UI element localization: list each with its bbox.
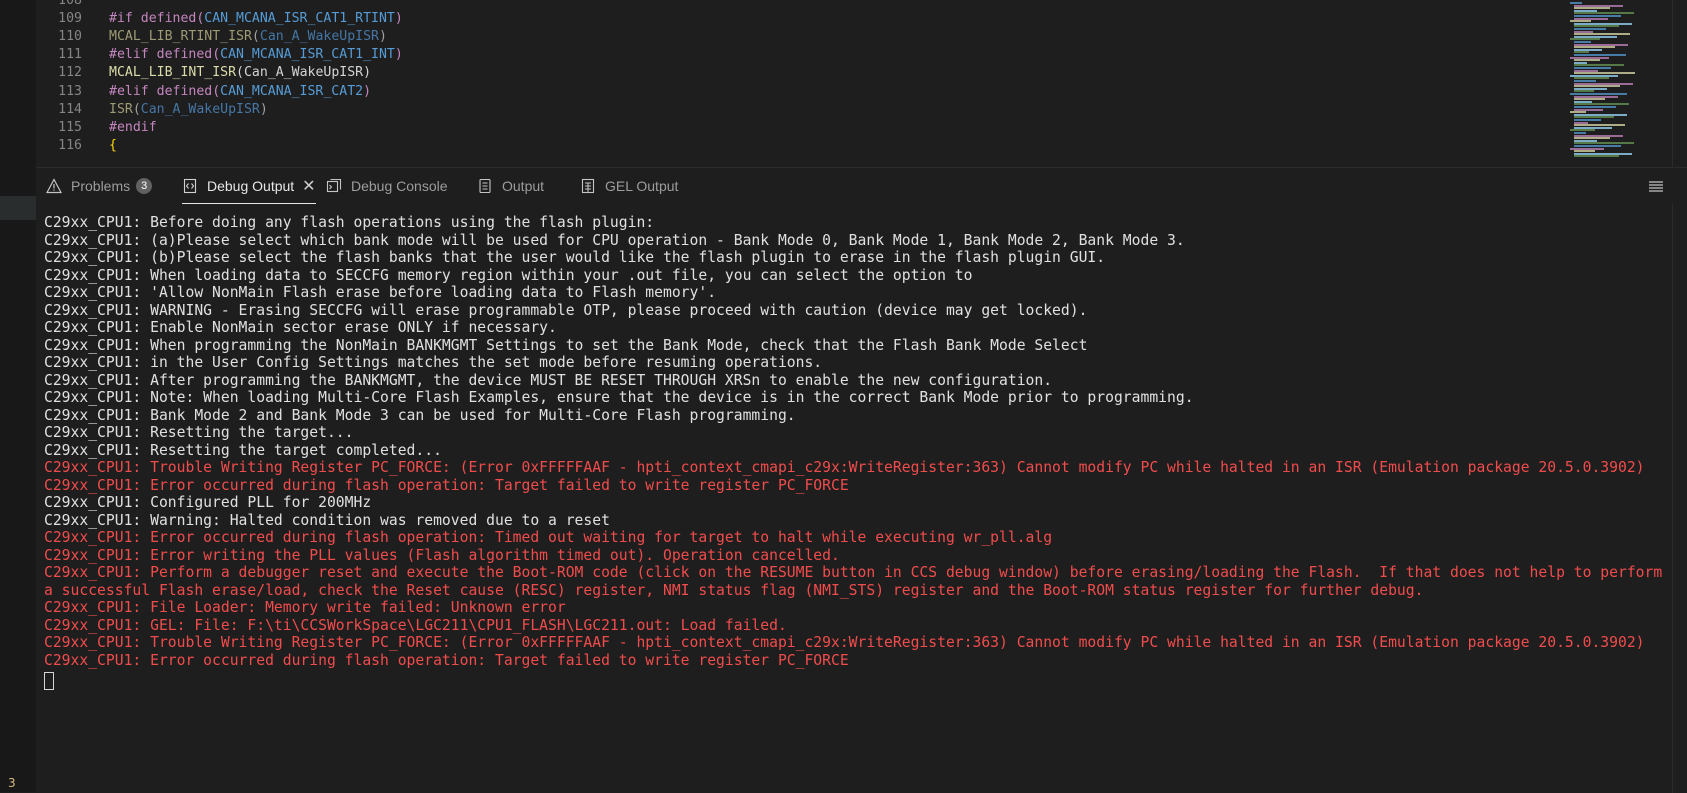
line-number: 113	[58, 83, 82, 99]
line-number: 111	[58, 47, 82, 63]
line-number: 110	[58, 29, 82, 45]
log-line: C29xx_CPU1: When programming the NonMain…	[44, 336, 1088, 354]
log-line: C29xx_CPU1: WARNING - Erasing SECCFG wil…	[44, 301, 1088, 319]
log-line: C29xx_CPU1: (a)Please select which bank …	[44, 231, 1185, 249]
log-line-error: C29xx_CPU1: Trouble Writing Register PC_…	[44, 634, 1645, 651]
close-icon[interactable]: ✕	[302, 176, 315, 196]
text-cursor	[44, 669, 1664, 695]
log-line: C29xx_CPU1: Resetting the target...	[44, 424, 354, 441]
code-text: #elif defined(CAN_MCANA_ISR_CAT1_INT)	[109, 47, 403, 63]
line-number: 109	[58, 11, 82, 27]
line-number: 115	[58, 119, 82, 135]
minimap[interactable]	[1570, 0, 1640, 167]
log-line: C29xx_CPU1: Before doing any flash opera…	[44, 214, 655, 231]
log-line-error: C29xx_CPU1: Error writing the PLL values…	[44, 546, 840, 564]
line-number: 116	[58, 137, 82, 153]
log-line-error: C29xx_CPU1: Error occurred during flash …	[44, 529, 1053, 546]
log-line-error: C29xx_CPU1: Error occurred during flash …	[44, 476, 849, 494]
log-line: C29xx_CPU1: 'Allow NonMain Flash erase b…	[44, 284, 717, 301]
tab-output[interactable]: Output	[477, 168, 544, 204]
warning-icon	[45, 178, 63, 194]
log-line-error: C29xx_CPU1: File Loader: Memory write fa…	[44, 599, 566, 616]
bottom-panel: Problems 3 Debug Output ✕ Debug Console …	[36, 167, 1687, 793]
tab-debug-console-label: Debug Console	[351, 178, 448, 194]
log-line: C29xx_CPU1: Bank Mode 2 and Bank Mode 3 …	[44, 406, 796, 424]
activity-bar-badge: 3	[8, 776, 16, 790]
problems-count-badge: 3	[136, 178, 153, 194]
log-line: C29xx_CPU1: Note: When loading Multi-Cor…	[44, 389, 1194, 406]
gel-output-icon	[580, 178, 596, 194]
log-line: C29xx_CPU1: When loading data to SECCFG …	[44, 266, 973, 284]
minimap-line	[1574, 155, 1619, 158]
tab-problems-label: Problems	[71, 178, 131, 194]
output-icon	[477, 178, 493, 194]
log-line: C29xx_CPU1: Enable NonMain sector erase …	[44, 319, 557, 336]
code-text: MCAL_LIB_INT_ISR(Can_A_WakeUpISR)	[109, 65, 372, 81]
debug-output-icon	[182, 178, 198, 194]
tab-gel-output[interactable]: GEL Output	[580, 168, 678, 204]
code-text: {	[109, 137, 117, 153]
tab-problems[interactable]: Problems 3	[45, 168, 153, 204]
debug-console-icon	[326, 178, 342, 194]
log-line-error: C29xx_CPU1: Error occurred during flash …	[44, 651, 849, 669]
log-line: C29xx_CPU1: Warning: Halted condition wa…	[44, 511, 610, 529]
tab-debug-output-label: Debug Output	[207, 178, 295, 194]
log-line-error: C29xx_CPU1: Trouble Writing Register PC_…	[44, 459, 1645, 476]
list-menu-icon[interactable]	[1648, 178, 1664, 194]
log-line: C29xx_CPU1: After programming the BANKMG…	[44, 371, 1053, 389]
tab-debug-console[interactable]: Debug Console	[326, 168, 448, 204]
tab-debug-output[interactable]: Debug Output ✕	[182, 168, 316, 204]
line-number: 112	[58, 65, 82, 81]
log-line-error: C29xx_CPU1: Perform a debugger reset and…	[44, 564, 1672, 599]
editor-scrollbar[interactable]	[1672, 0, 1687, 167]
output-scrollbar[interactable]	[1672, 204, 1687, 793]
panel-tab-bar: Problems 3 Debug Output ✕ Debug Console …	[36, 168, 1687, 204]
log-line-error: C29xx_CPU1: GEL: File: F:\ti\CCSWorkSpac…	[44, 616, 787, 634]
code-editor[interactable]: 108 109 #if defined(CAN_MCANA_ISR_CAT1_RTI…	[36, 0, 1687, 167]
debug-output-log[interactable]: C29xx_CPU1: Before doing any flash opera…	[44, 214, 1664, 695]
log-line: C29xx_CPU1: (b)Please select the flash b…	[44, 249, 1106, 266]
activity-bar: 3	[0, 0, 37, 792]
log-line: C29xx_CPU1: Resetting the target complet…	[44, 441, 442, 459]
code-text: #endif	[109, 119, 157, 135]
activity-bar-active-item[interactable]	[0, 196, 36, 220]
code-text: #if defined(CAN_MCANA_ISR_CAT1_RTINT)	[109, 11, 403, 27]
log-line: C29xx_CPU1: in the User Config Settings …	[44, 354, 823, 371]
code-text: ISR(Can_A_WakeUpISR)	[109, 101, 268, 117]
tab-gel-output-label: GEL Output	[605, 178, 679, 194]
line-number: 114	[58, 101, 82, 117]
log-line: C29xx_CPU1: Configured PLL for 200MHz	[44, 494, 372, 511]
code-text: #elif defined(CAN_MCANA_ISR_CAT2)	[109, 83, 372, 99]
tab-output-label: Output	[502, 178, 545, 194]
code-text: MCAL_LIB_RTINT_ISR(Can_A_WakeUpISR)	[109, 29, 387, 45]
